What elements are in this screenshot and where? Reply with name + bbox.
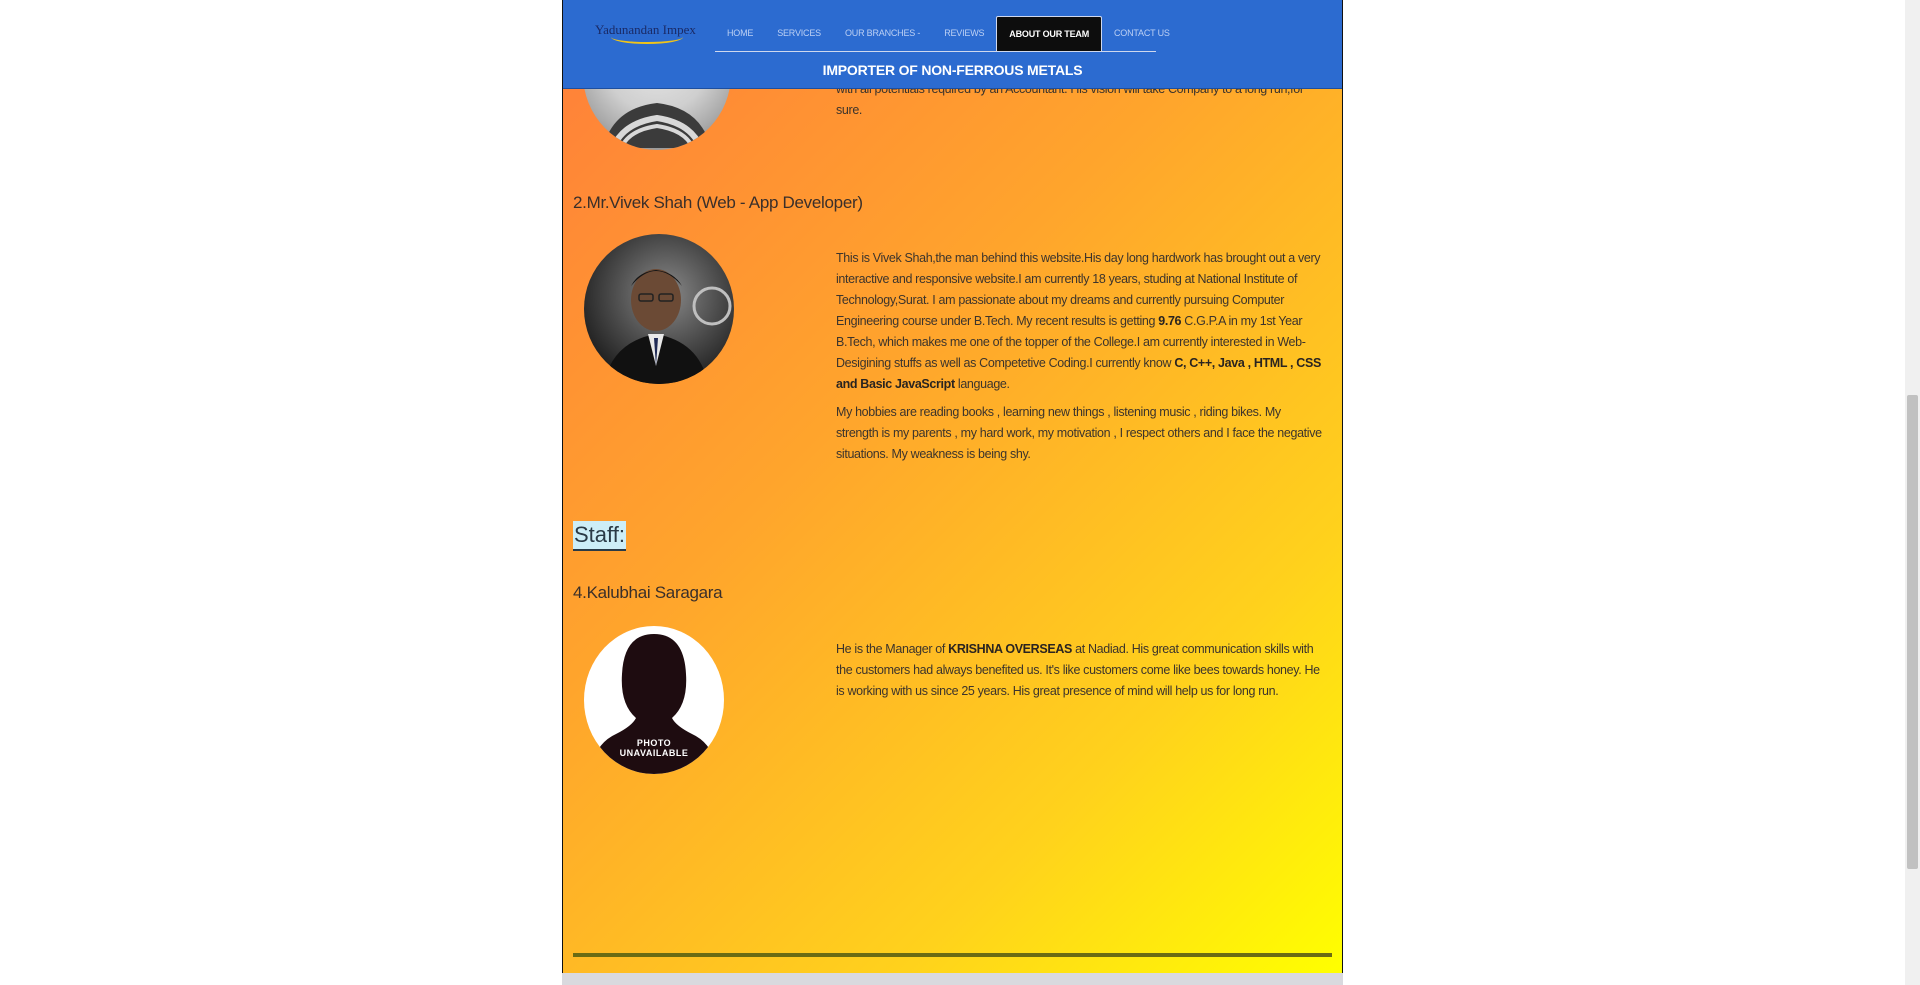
member4-avatar: PHOTO UNAVAILABLE: [584, 626, 724, 774]
vertical-scrollbar[interactable]: [1905, 0, 1920, 985]
cgpa-value: 9.76: [1158, 314, 1182, 328]
member2-bio-paragraph-2: My hobbies are reading books , learning …: [836, 405, 1322, 461]
member2-bio-paragraph-1: This is Vivek Shah,the man behind this w…: [836, 248, 1326, 395]
nav-services[interactable]: SERVICES: [765, 16, 833, 51]
logo-swoosh-icon: [611, 30, 683, 44]
member4-bio-paragraph: He is the Manager of KRISHNA OVERSEAS at…: [836, 639, 1326, 702]
photo-unavailable-label-1: PHOTO: [636, 738, 672, 748]
site-header: Yadunandan Impex HOME SERVICES OUR BRANC…: [563, 0, 1342, 89]
bio-text: He is the Manager of: [836, 642, 949, 656]
nav-about-our-team[interactable]: ABOUT OUR TEAM: [996, 16, 1102, 51]
nav-our-branches-dropdown[interactable]: OUR BRANCHES -: [833, 16, 932, 51]
bio-text: language.: [954, 377, 1010, 391]
member2-avatar: [584, 234, 734, 384]
company-name: KRISHNA OVERSEAS: [948, 642, 1072, 656]
member2-title: 2.Mr.Vivek Shah (Web - App Developer): [573, 193, 863, 212]
nav-reviews[interactable]: REVIEWS: [932, 16, 996, 51]
main-nav: HOME SERVICES OUR BRANCHES - REVIEWS ABO…: [715, 16, 1170, 52]
site-tagline: IMPORTER OF NON-FERROUS METALS: [822, 62, 1083, 78]
page-container: with all potentials required by an Accou…: [562, 0, 1343, 973]
member4-title: 4.Kalubhai Saragara: [573, 583, 723, 602]
photo-unavailable-label-2: UNAVAILABLE: [619, 748, 689, 758]
person-photo-icon: [604, 269, 732, 384]
footer-divider: [573, 953, 1332, 957]
member4-bio: He is the Manager of KRISHNA OVERSEAS at…: [836, 639, 1326, 709]
scrollbar-thumb[interactable]: [1907, 395, 1918, 869]
member2-bio: This is Vivek Shah,the man behind this w…: [836, 248, 1326, 472]
staff-heading: Staff:: [573, 521, 626, 551]
page-bottom-bar: [562, 973, 1343, 985]
nav-contact-us[interactable]: CONTACT US: [1102, 16, 1182, 51]
nav-home[interactable]: HOME: [715, 16, 765, 51]
